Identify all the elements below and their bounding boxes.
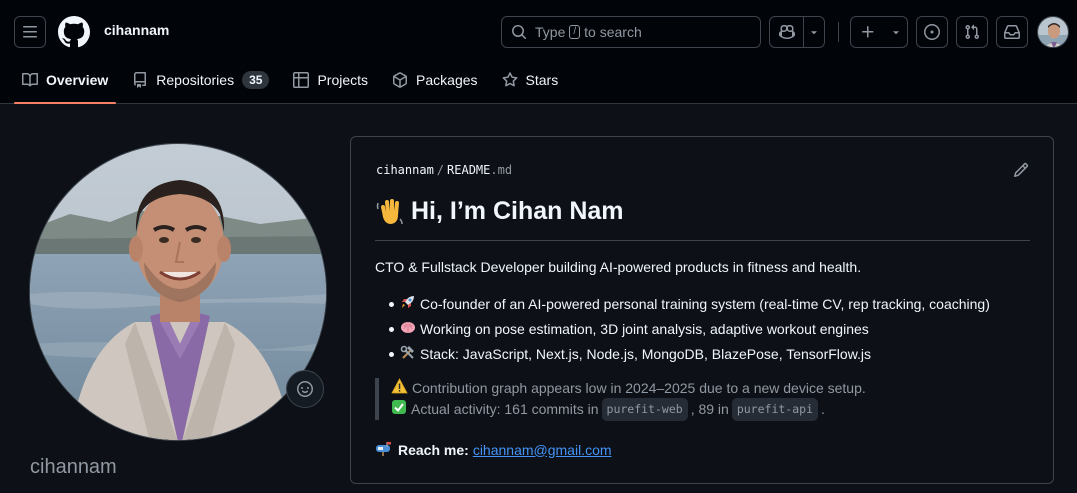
package-icon bbox=[393, 72, 408, 88]
issues-button[interactable] bbox=[916, 16, 948, 48]
table-icon bbox=[293, 72, 310, 88]
inbox-button[interactable] bbox=[996, 16, 1028, 48]
hammer-and-wrench-icon bbox=[400, 344, 416, 366]
note-line-2-middle: , 89 in bbox=[690, 401, 729, 417]
list-item: Working on pose estimation, 3D joint ana… bbox=[375, 318, 990, 343]
brain-icon bbox=[400, 319, 416, 341]
repositories-count-badge: 35 bbox=[242, 71, 270, 89]
search-placeholder-suffix: to search bbox=[584, 24, 642, 40]
readme-note-blockquote: Contribution graph appears low in 2024–2… bbox=[375, 377, 866, 421]
note-line-2-end: . bbox=[821, 401, 825, 417]
copilot-dropdown[interactable] bbox=[804, 17, 824, 47]
search-placeholder: Type / to search bbox=[535, 24, 642, 40]
repo-code-purefit-api: purefit-api bbox=[731, 398, 818, 421]
tab-projects[interactable]: Projects bbox=[285, 64, 376, 96]
plus-icon bbox=[862, 26, 874, 38]
search-input[interactable]: Type / to search bbox=[501, 16, 761, 48]
git-pull-request-icon bbox=[965, 24, 980, 40]
waving-hand-icon bbox=[375, 197, 405, 234]
list-item: Stack: JavaScript, Next.js, Node.js, Mon… bbox=[375, 343, 990, 368]
note-line-2: Actual activity: 161 commits in purefit-w… bbox=[391, 398, 866, 421]
note-line-1: Contribution graph appears low in 2024–2… bbox=[391, 377, 866, 400]
issue-opened-icon bbox=[924, 24, 940, 40]
tab-stars-label: Stars bbox=[525, 72, 559, 88]
email-link[interactable]: cihannam@gmail.com bbox=[473, 442, 612, 458]
mailbox-icon bbox=[375, 440, 393, 459]
create-new-button[interactable] bbox=[850, 16, 908, 48]
readme-bullet-list: Co-founder of an AI-powered personal tra… bbox=[375, 293, 990, 368]
bullet-text: Co-founder of an AI-powered personal tra… bbox=[420, 296, 990, 312]
readme-path-separator: / bbox=[436, 163, 445, 177]
readme-path-owner[interactable]: cihannam bbox=[376, 163, 434, 177]
global-header: cihannam Type / to search Overview Repos… bbox=[0, 0, 1077, 104]
warning-icon bbox=[391, 377, 408, 400]
readme-path-extension: .md bbox=[490, 163, 513, 177]
smiley-icon bbox=[297, 381, 313, 397]
copilot-button-group bbox=[769, 16, 825, 48]
readme-heading-text: Hi, I’m Cihan Nam bbox=[411, 197, 624, 225]
top-bar: cihannam Type / to search bbox=[0, 0, 1077, 64]
check-mark-icon bbox=[391, 399, 407, 421]
pencil-icon bbox=[1013, 162, 1029, 178]
bullet-text: Stack: JavaScript, Next.js, Node.js, Mon… bbox=[420, 346, 872, 362]
tab-packages[interactable]: Packages bbox=[384, 64, 485, 96]
readme-intro: CTO & Fullstack Developer building AI-po… bbox=[375, 259, 862, 275]
search-shortcut-key: / bbox=[569, 25, 581, 39]
pull-requests-button[interactable] bbox=[956, 16, 988, 48]
profile-username: cihannam bbox=[30, 456, 117, 478]
tab-repositories[interactable]: Repositories 35 bbox=[124, 64, 277, 96]
search-placeholder-prefix: Type bbox=[535, 24, 566, 40]
rocket-icon bbox=[400, 294, 416, 316]
note-line-2-prefix: Actual activity: 161 commits in bbox=[411, 401, 599, 417]
list-item: Co-founder of an AI-powered personal tra… bbox=[375, 293, 990, 318]
menu-button[interactable] bbox=[14, 16, 46, 48]
tab-stars[interactable]: Stars bbox=[494, 64, 567, 96]
triangle-down-icon bbox=[811, 31, 817, 35]
profile-tabs: Overview Repositories 35 Projects Packag… bbox=[14, 64, 574, 104]
readme-path-file[interactable]: README bbox=[447, 163, 490, 177]
copilot-icon bbox=[778, 24, 795, 40]
profile-readme-card: cihannam / README.md Hi, I’m Cihan Nam CTO… bbox=[350, 136, 1054, 484]
profile-avatar[interactable] bbox=[29, 143, 327, 441]
profile-photo-image bbox=[30, 144, 326, 440]
note-line-1-text: Contribution graph appears low in 2024–2… bbox=[412, 380, 866, 396]
reach-me-line: Reach me: cihannam@gmail.com bbox=[375, 440, 612, 459]
book-icon bbox=[22, 72, 38, 87]
edit-readme-button[interactable] bbox=[1012, 161, 1030, 179]
readme-path: cihannam / README.md bbox=[376, 163, 512, 177]
search-icon bbox=[512, 25, 527, 40]
copilot-button[interactable] bbox=[770, 17, 804, 47]
tab-repositories-label: Repositories bbox=[156, 72, 235, 88]
header-divider bbox=[838, 22, 839, 42]
reach-me-label: Reach me: bbox=[398, 441, 469, 458]
tab-overview[interactable]: Overview bbox=[14, 64, 117, 104]
tab-packages-label: Packages bbox=[416, 72, 478, 88]
avatar-image bbox=[1038, 17, 1068, 47]
readme-heading: Hi, I’m Cihan Nam bbox=[375, 197, 1030, 241]
repo-code-purefit-web: purefit-web bbox=[601, 398, 688, 421]
tab-projects-label: Projects bbox=[317, 72, 369, 88]
tab-overview-label: Overview bbox=[46, 72, 109, 88]
set-status-button[interactable] bbox=[286, 370, 324, 408]
hamburger-icon bbox=[23, 26, 37, 38]
inbox-icon bbox=[1004, 25, 1020, 39]
github-logo-icon[interactable] bbox=[57, 16, 90, 48]
triangle-down-icon bbox=[893, 31, 899, 35]
repo-icon bbox=[134, 72, 147, 88]
user-avatar-menu[interactable] bbox=[1037, 16, 1069, 48]
context-username[interactable]: cihannam bbox=[104, 22, 169, 38]
bullet-text: Working on pose estimation, 3D joint ana… bbox=[420, 321, 869, 337]
star-icon bbox=[502, 72, 517, 87]
